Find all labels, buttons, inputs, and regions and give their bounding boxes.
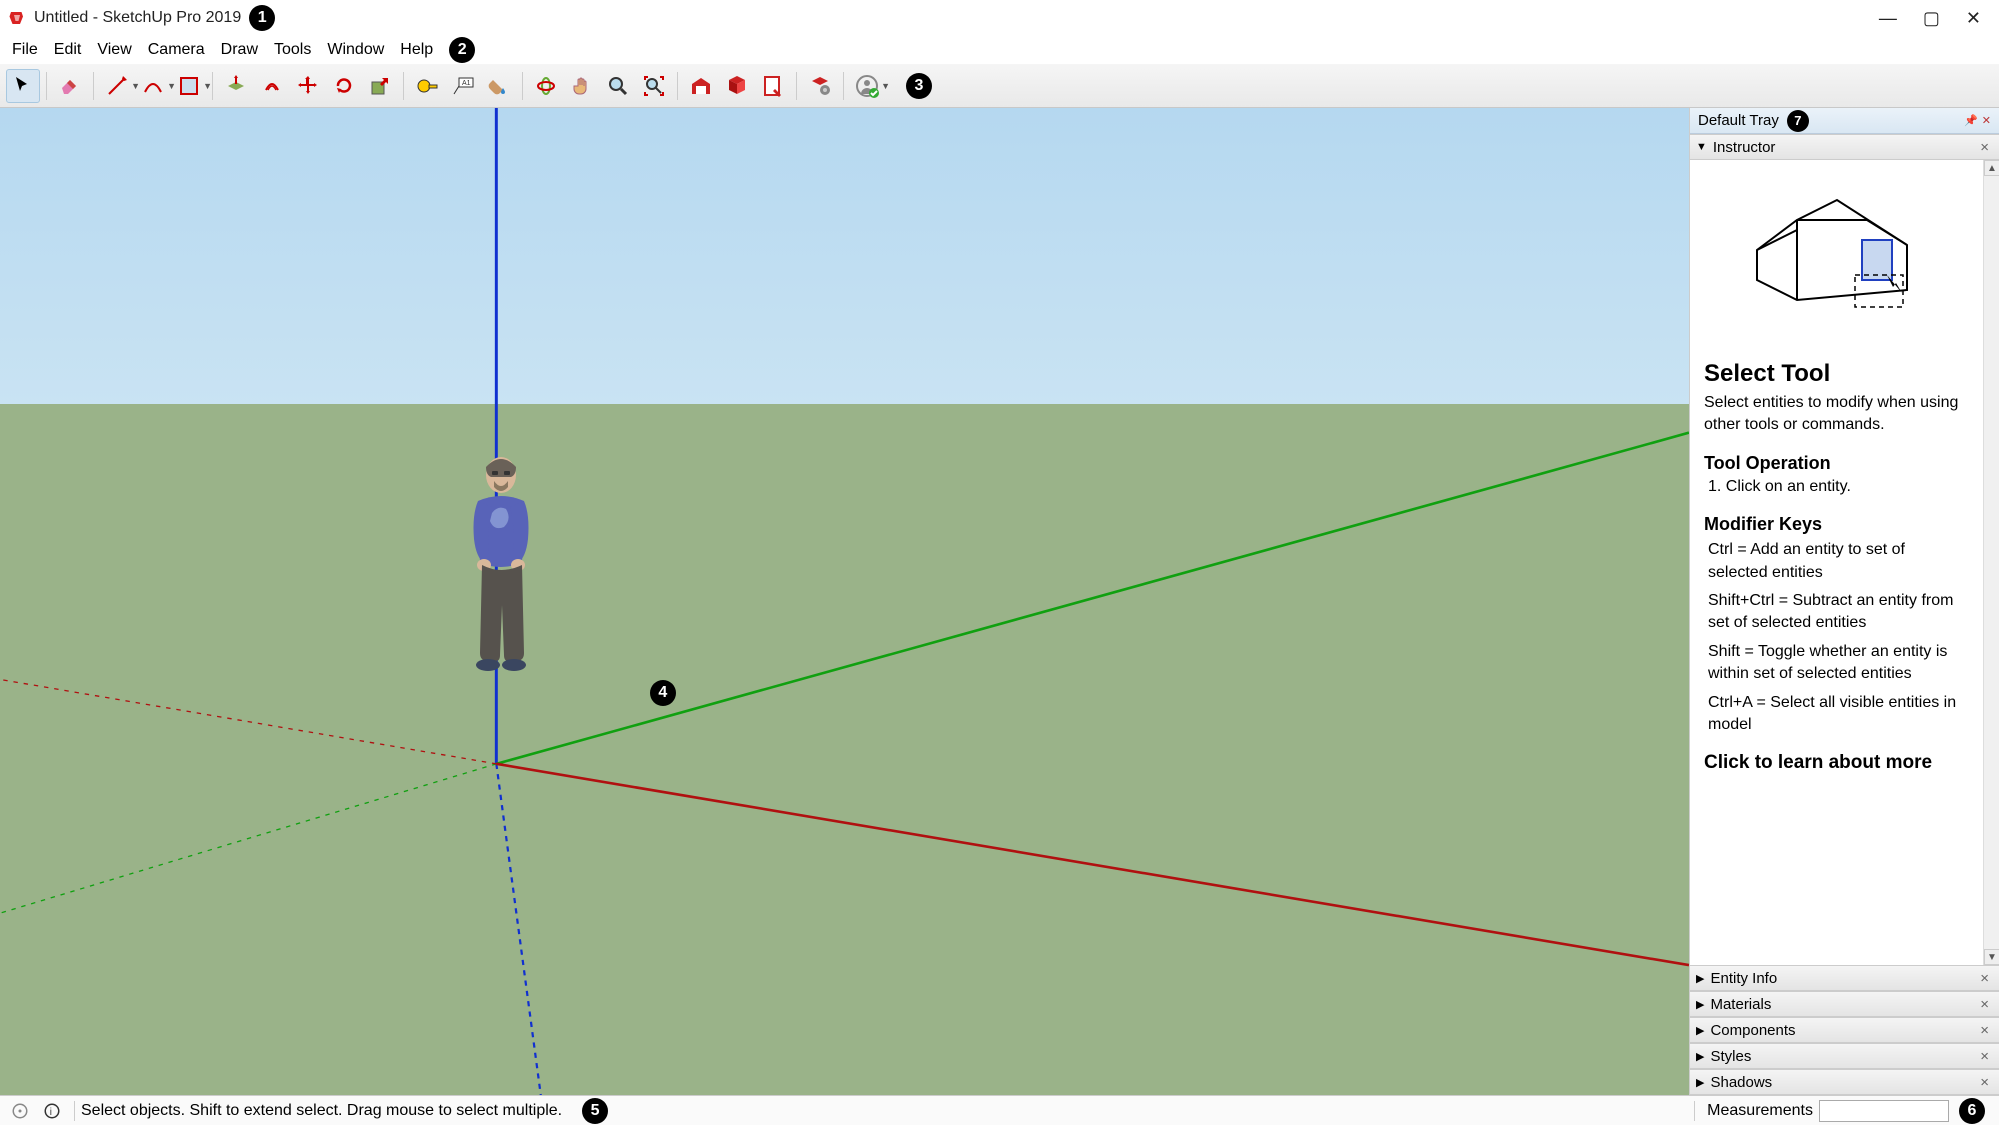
window-title: Untitled - SketchUp Pro 2019 bbox=[34, 9, 241, 27]
panel-styles-label: Styles bbox=[1710, 1048, 1751, 1065]
annotation-2: 2 bbox=[449, 37, 475, 63]
rotate-tool[interactable] bbox=[327, 69, 361, 103]
status-bar: i Select objects. Shift to extend select… bbox=[0, 1095, 1999, 1125]
measurements-label: Measurements bbox=[1701, 1102, 1819, 1120]
instructor-content: Select Tool Select entities to modify wh… bbox=[1690, 160, 1983, 965]
orbit-tool[interactable] bbox=[529, 69, 563, 103]
panel-shadows[interactable]: ▶Shadows× bbox=[1690, 1069, 1999, 1095]
panel-close-icon[interactable]: × bbox=[1976, 1074, 1993, 1091]
instructor-illustration bbox=[1704, 190, 1969, 330]
model-axes bbox=[0, 108, 1689, 1095]
zoom-extents-tool[interactable] bbox=[637, 69, 671, 103]
panel-components[interactable]: ▶Components× bbox=[1690, 1017, 1999, 1043]
3d-viewport[interactable]: 4 bbox=[0, 108, 1689, 1095]
warehouse-tool[interactable] bbox=[684, 69, 718, 103]
text-tool[interactable]: A1 bbox=[446, 69, 480, 103]
eraser-tool[interactable] bbox=[53, 69, 87, 103]
scroll-down-icon[interactable]: ▼ bbox=[1984, 949, 1999, 965]
panel-components-label: Components bbox=[1710, 1022, 1795, 1039]
shapes-tool[interactable]: ▼ bbox=[172, 69, 206, 103]
panel-instructor-label: Instructor bbox=[1713, 139, 1776, 156]
app-icon bbox=[8, 9, 26, 27]
menu-edit[interactable]: Edit bbox=[46, 39, 90, 61]
collapse-icon: ▼ bbox=[1696, 141, 1707, 153]
menu-file[interactable]: File bbox=[4, 39, 46, 61]
offset-tool[interactable] bbox=[255, 69, 289, 103]
instructor-heading: Select Tool bbox=[1704, 360, 1969, 388]
menu-tools[interactable]: Tools bbox=[266, 39, 319, 61]
panel-close-icon[interactable]: × bbox=[1976, 1048, 1993, 1065]
menu-draw[interactable]: Draw bbox=[213, 39, 266, 61]
extension-warehouse-tool[interactable] bbox=[720, 69, 754, 103]
arc-tool[interactable]: ▼ bbox=[136, 69, 170, 103]
pan-tool[interactable] bbox=[565, 69, 599, 103]
user-account-tool[interactable]: ▼ bbox=[850, 69, 884, 103]
modifier-ctrla: Ctrl+A = Select all visible entities in … bbox=[1704, 692, 1969, 737]
learn-more-link[interactable]: Click to learn about more bbox=[1704, 752, 1969, 774]
panel-close-icon[interactable]: × bbox=[1976, 970, 1993, 987]
operation-step: 1. Click on an entity. bbox=[1704, 478, 1969, 496]
annotation-3: 3 bbox=[906, 73, 932, 99]
paint-tool[interactable] bbox=[482, 69, 516, 103]
panel-styles[interactable]: ▶Styles× bbox=[1690, 1043, 1999, 1069]
panel-close-icon[interactable]: × bbox=[1976, 996, 1993, 1013]
pushpull-tool[interactable] bbox=[219, 69, 253, 103]
scroll-up-icon[interactable]: ▲ bbox=[1984, 160, 1999, 176]
status-message: Select objects. Shift to extend select. … bbox=[81, 1102, 562, 1120]
panel-materials[interactable]: ▶Materials× bbox=[1690, 991, 1999, 1017]
tray-title: Default Tray bbox=[1698, 112, 1779, 129]
geo-location-icon[interactable] bbox=[8, 1099, 32, 1123]
operation-heading: Tool Operation bbox=[1704, 453, 1969, 474]
menu-window[interactable]: Window bbox=[319, 39, 392, 61]
instructor-scrollbar[interactable]: ▲ ▼ bbox=[1983, 160, 1999, 965]
modifier-shiftctrl: Shift+Ctrl = Subtract an entity from set… bbox=[1704, 590, 1969, 635]
modifier-heading: Modifier Keys bbox=[1704, 514, 1969, 535]
panel-entity-info-label: Entity Info bbox=[1710, 970, 1777, 987]
measurements-input[interactable] bbox=[1819, 1100, 1949, 1122]
scale-figure bbox=[456, 453, 546, 698]
menu-camera[interactable]: Camera bbox=[140, 39, 213, 61]
annotation-7: 7 bbox=[1787, 110, 1809, 132]
panel-entity-info[interactable]: ▶Entity Info× bbox=[1690, 965, 1999, 991]
line-tool[interactable]: ▼ bbox=[100, 69, 134, 103]
tape-tool[interactable] bbox=[410, 69, 444, 103]
annotation-5: 5 bbox=[582, 1098, 608, 1124]
zoom-tool[interactable] bbox=[601, 69, 635, 103]
default-tray: Default Tray 7 📌 ✕ ▼ Instructor × bbox=[1689, 108, 1999, 1095]
info-icon[interactable]: i bbox=[40, 1099, 64, 1123]
annotation-1: 1 bbox=[249, 5, 275, 31]
close-button[interactable]: ✕ bbox=[1966, 8, 1981, 29]
instructor-description: Select entities to modify when using oth… bbox=[1704, 392, 1969, 435]
panel-close-icon[interactable]: × bbox=[1976, 139, 1993, 156]
layout-tool[interactable] bbox=[756, 69, 790, 103]
title-bar: Untitled - SketchUp Pro 2019 1 — ▢ ✕ bbox=[0, 0, 1999, 36]
panel-close-icon[interactable]: × bbox=[1976, 1022, 1993, 1039]
scale-tool[interactable] bbox=[363, 69, 397, 103]
panel-instructor-header[interactable]: ▼ Instructor × bbox=[1690, 134, 1999, 160]
tray-close-icon[interactable]: ✕ bbox=[1982, 114, 1991, 127]
annotation-6: 6 bbox=[1959, 1098, 1985, 1124]
maximize-button[interactable]: ▢ bbox=[1923, 8, 1940, 29]
minimize-button[interactable]: — bbox=[1879, 8, 1897, 29]
menu-help[interactable]: Help bbox=[392, 39, 441, 61]
toolbar: ▼ ▼ ▼ A1 ▼ 3 bbox=[0, 64, 1999, 108]
modifier-shift: Shift = Toggle whether an entity is with… bbox=[1704, 641, 1969, 686]
menu-bar: File Edit View Camera Draw Tools Window … bbox=[0, 36, 1999, 64]
extension-manager-tool[interactable] bbox=[803, 69, 837, 103]
panel-shadows-label: Shadows bbox=[1710, 1074, 1772, 1091]
select-tool[interactable] bbox=[6, 69, 40, 103]
svg-text:i: i bbox=[50, 1106, 52, 1117]
menu-view[interactable]: View bbox=[89, 39, 139, 61]
svg-text:A1: A1 bbox=[462, 80, 471, 87]
move-tool[interactable] bbox=[291, 69, 325, 103]
modifier-ctrl: Ctrl = Add an entity to set of selected … bbox=[1704, 539, 1969, 584]
tray-header[interactable]: Default Tray 7 📌 ✕ bbox=[1690, 108, 1999, 134]
tray-pin-icon[interactable]: 📌 bbox=[1964, 114, 1978, 127]
panel-materials-label: Materials bbox=[1710, 996, 1771, 1013]
